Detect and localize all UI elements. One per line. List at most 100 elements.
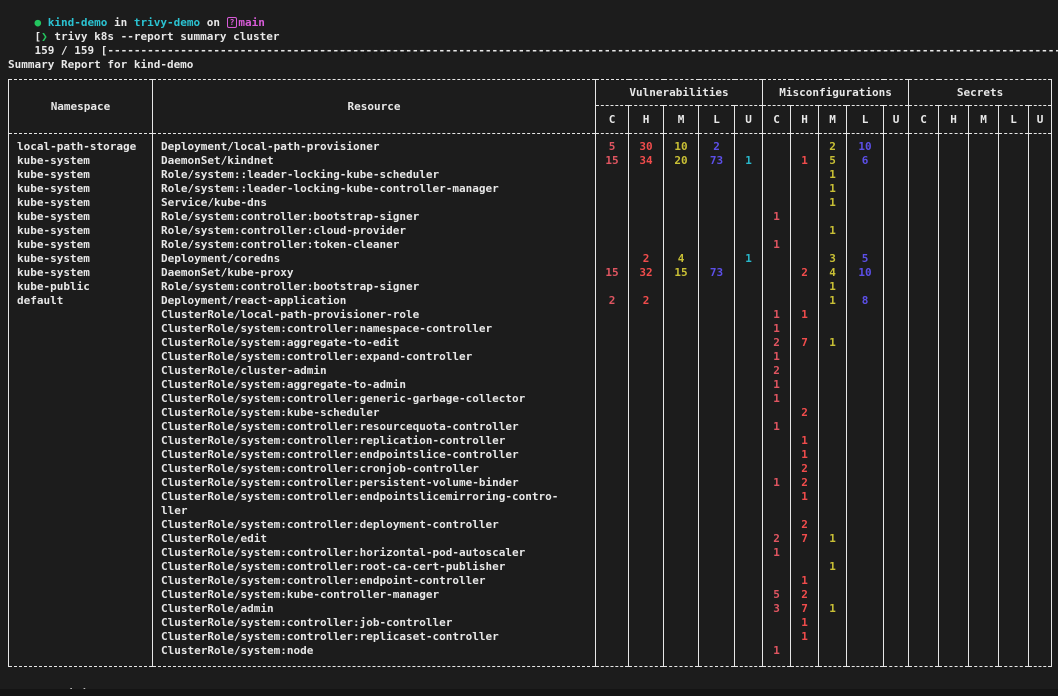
count-cell: 5 [596,134,629,155]
count-cell [596,476,629,490]
count-cell [969,630,999,644]
namespace-cell: kube-system [9,154,153,168]
resource-cell: ClusterRole/system:controller:replicaset… [153,630,596,644]
count-cell [664,434,699,448]
progress-count: 159 / 159 [35,44,101,57]
namespace-cell: kube-system [9,196,153,210]
count-cell [999,574,1029,588]
count-cell [735,266,763,280]
count-cell: 20 [664,154,699,168]
count-cell: 1 [791,308,819,322]
count-cell [969,518,999,532]
count-cell [1029,364,1052,378]
count-cell [596,308,629,322]
count-cell [819,210,847,224]
terminal-window[interactable]: ● kind-demo in trivy-demo on ?main [❯ tr… [0,0,1058,696]
table-row: ClusterRole/system:controller:endpointsl… [9,490,1052,518]
count-cell [596,434,629,448]
table-row: kube-systemDaemonSet/kube-proxy153215732… [9,266,1052,280]
count-cell [939,476,969,490]
table-row: ClusterRole/system:controller:persistent… [9,476,1052,490]
namespace-cell [9,350,153,364]
prompt-chevron-icon: ❯ [41,30,48,43]
count-cell [735,406,763,420]
count-cell [884,182,909,196]
count-cell [629,350,664,364]
count-cell [763,280,791,294]
count-cell [791,224,819,238]
count-cell [939,350,969,364]
resource-cell: ClusterRole/admin [153,602,596,616]
count-cell [909,224,939,238]
count-cell [909,182,939,196]
count-cell [629,518,664,532]
count-cell [629,434,664,448]
count-cell [999,476,1029,490]
summary-report-table: Namespace Resource Vulnerabilities Misco… [8,79,1052,667]
count-cell [1029,168,1052,182]
count-cell [699,224,735,238]
severity-col-header-U: U [735,106,763,134]
count-cell [735,518,763,532]
count-cell [1029,448,1052,462]
count-cell [664,196,699,210]
resource-cell: ClusterRole/system:controller:endpoint-c… [153,574,596,588]
count-cell [969,448,999,462]
count-cell [819,588,847,602]
count-cell [664,476,699,490]
report-table-body: local-path-storageDeployment/local-path-… [9,134,1052,667]
count-cell [884,490,909,518]
group-header-row: Namespace Resource Vulnerabilities Misco… [9,80,1052,106]
count-cell [791,196,819,210]
count-cell [847,364,884,378]
count-cell [909,532,939,546]
count-cell [909,490,939,518]
count-cell [884,294,909,308]
count-cell: 8 [847,294,884,308]
severity-col-header-H: H [939,106,969,134]
count-cell [791,546,819,560]
count-cell [1029,406,1052,420]
count-cell [699,406,735,420]
count-cell [909,336,939,350]
count-cell: 1 [791,630,819,644]
count-cell [819,448,847,462]
count-cell [909,546,939,560]
count-cell [735,134,763,155]
table-row: ClusterRole/system:controller:job-contro… [9,616,1052,630]
count-cell [909,616,939,630]
count-cell [699,420,735,434]
resource-cell: Service/kube-dns [153,196,596,210]
namespace-cell [9,448,153,462]
count-cell [735,532,763,546]
count-cell [969,378,999,392]
count-cell [819,434,847,448]
count-cell [909,476,939,490]
count-cell [664,210,699,224]
count-cell [664,602,699,616]
count-cell [664,518,699,532]
table-row: ClusterRole/system:controller:cronjob-co… [9,462,1052,476]
count-cell: 3 [819,252,847,266]
count-cell [596,238,629,252]
namespace-cell: local-path-storage [9,134,153,155]
resource-cell: Deployment/local-path-provisioner [153,134,596,155]
count-cell [1029,294,1052,308]
count-cell [969,532,999,546]
count-cell [629,644,664,667]
count-cell [969,182,999,196]
count-cell [884,252,909,266]
table-row: kube-systemService/kube-dns1 [9,196,1052,210]
count-cell [699,294,735,308]
count-cell: 1 [735,252,763,266]
table-row: ClusterRole/system:controller:horizontal… [9,546,1052,560]
count-cell [1029,420,1052,434]
count-cell: 2 [791,588,819,602]
count-cell [939,588,969,602]
count-cell [735,238,763,252]
count-cell [909,644,939,667]
count-cell [763,224,791,238]
count-cell [939,238,969,252]
count-cell [664,224,699,238]
count-cell [664,588,699,602]
